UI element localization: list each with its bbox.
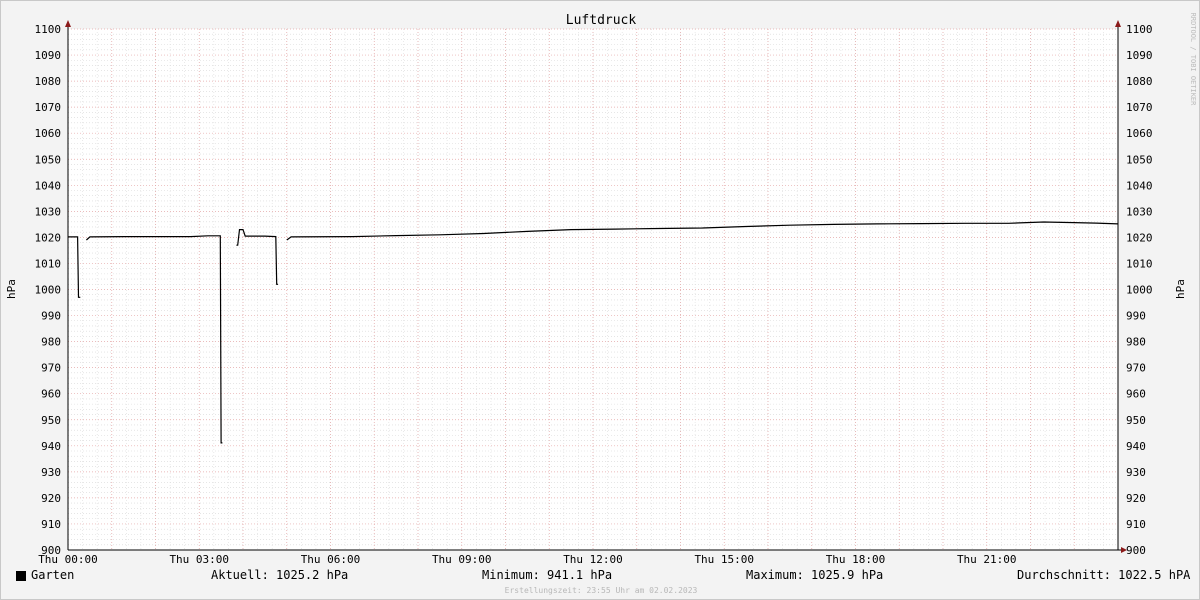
y-tick-label-right: 1000 <box>1126 284 1153 297</box>
legend-maximum: Maximum: 1025.9 hPa <box>746 568 884 582</box>
y-tick-label-right: 1070 <box>1126 101 1153 114</box>
y-tick-label-left: 1020 <box>35 231 62 244</box>
y-tick-label-right: 960 <box>1126 388 1146 401</box>
y-tick-label-right: 1030 <box>1126 205 1153 218</box>
x-tick-label: Thu 15:00 <box>694 553 754 566</box>
y-tick-label-left: 960 <box>41 388 61 401</box>
y-tick-label-left: 1080 <box>35 75 62 88</box>
chart-title: Luftdruck <box>566 13 637 28</box>
y-tick-label-right: 980 <box>1126 336 1146 349</box>
y-tick-label-right: 900 <box>1126 544 1146 557</box>
y-tick-label-left: 970 <box>41 362 61 375</box>
y-tick-label-left: 1060 <box>35 127 62 140</box>
y-tick-label-left: 910 <box>41 518 61 531</box>
y-tick-label-left: 1090 <box>35 49 62 62</box>
x-tick-label: Thu 00:00 <box>38 553 98 566</box>
y-tick-label-right: 990 <box>1126 310 1146 323</box>
y-tick-label-right: 1060 <box>1126 127 1153 140</box>
x-tick-label: Thu 21:00 <box>957 553 1017 566</box>
legend-row: Garten Aktuell: 1025.2 hPa Minimum: 941.… <box>1 568 1200 586</box>
y-tick-label-right: 930 <box>1126 466 1146 479</box>
y-tick-label-right: 910 <box>1126 518 1146 531</box>
y-tick-label-left: 920 <box>41 492 61 505</box>
chart-frame: 900 900 910 910 920 920 930 930 940 940 950 950 960 9… <box>0 0 1200 600</box>
y-axis-label-right: hPa <box>1174 279 1187 299</box>
x-tick-label: Thu 09:00 <box>432 553 492 566</box>
y-axis-right-arrow <box>1115 20 1121 27</box>
y-tick-label-right: 1090 <box>1126 49 1153 62</box>
x-tick-label: Thu 03:00 <box>169 553 229 566</box>
y-tick-label-left: 930 <box>41 466 61 479</box>
chart-svg: 900 900910 910920 920930 930940 940950 950960 9… <box>5 13 1197 566</box>
y-tick-label-right: 970 <box>1126 362 1146 375</box>
y-tick-label-right: 1020 <box>1126 231 1153 244</box>
y-tick-label-left: 1050 <box>35 153 62 166</box>
y-tick-label-right: 1050 <box>1126 153 1153 166</box>
y-tick-label-right: 1100 <box>1126 23 1153 36</box>
y-tick-label-left: 980 <box>41 336 61 349</box>
y-tick-label-left: 950 <box>41 414 61 427</box>
y-tick-label-left: 1040 <box>35 179 62 192</box>
y-tick-label-right: 1040 <box>1126 179 1153 192</box>
legend-series-name: Garten <box>31 568 75 582</box>
y-tick-label-left: 1030 <box>35 205 62 218</box>
x-tick-label: Thu 12:00 <box>563 553 623 566</box>
legend-minimum: Minimum: 941.1 hPa <box>482 568 613 582</box>
y-axis-label-left: hPa <box>5 279 18 299</box>
y-tick-label-left: 1000 <box>35 284 62 297</box>
y-tick-label-left: 1010 <box>35 257 62 270</box>
y-tick-label-left: 1100 <box>35 23 62 36</box>
footer-timestamp: Erstellungszeit: 23:55 Uhr am 02.02.2023 <box>504 586 698 595</box>
legend-swatch-garten <box>16 571 26 581</box>
x-tick-label: Thu 18:00 <box>826 553 886 566</box>
watermark: RRDTOOL / TOBI OETIKER <box>1189 13 1197 107</box>
x-tick-label: Thu 06:00 <box>301 553 361 566</box>
y-tick-label-right: 940 <box>1126 440 1146 453</box>
y-tick-label-left: 990 <box>41 310 61 323</box>
legend-aktuell: Aktuell: 1025.2 hPa <box>211 568 349 582</box>
y-tick-label-right: 1080 <box>1126 75 1153 88</box>
legend-durchschnitt: Durchschnitt: 1022.5 hPA <box>1017 568 1191 582</box>
y-tick-label-right: 920 <box>1126 492 1146 505</box>
y-axis-left-arrow <box>65 20 71 27</box>
y-tick-label-right: 950 <box>1126 414 1146 427</box>
y-tick-label-left: 940 <box>41 440 61 453</box>
y-tick-label-right: 1010 <box>1126 257 1153 270</box>
y-tick-label-left: 1070 <box>35 101 62 114</box>
